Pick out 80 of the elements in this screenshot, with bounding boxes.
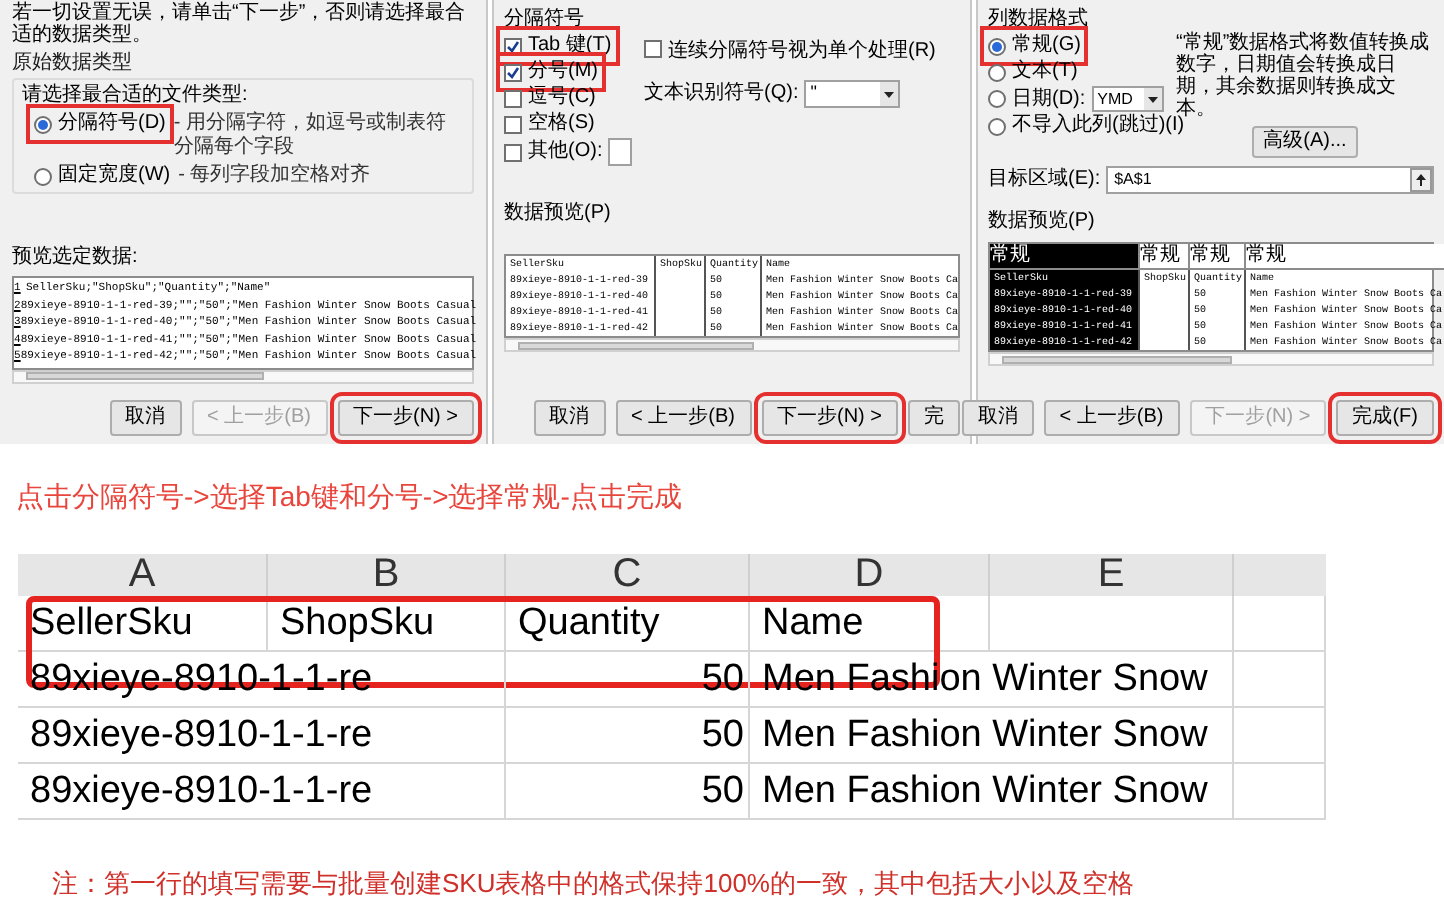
sheet-cell: Men Fashion Winter Snow — [750, 708, 1234, 762]
option-description: - 每列字段加空格对齐 — [178, 164, 371, 188]
option-label: 常规(G) — [1012, 34, 1081, 58]
checkbox[interactable] — [504, 143, 522, 161]
dropdown-value: " — [810, 80, 817, 107]
sheet-cell: Men Fashion Winter Snow — [750, 764, 1234, 818]
advanced-button[interactable]: 高级(A)... — [1251, 126, 1359, 158]
column-header[interactable]: 常规 — [1246, 244, 1444, 270]
option-label: 空格(S) — [528, 112, 595, 136]
radio-button[interactable] — [988, 90, 1006, 108]
column-letter: C — [506, 554, 750, 596]
column-letter: A — [18, 554, 268, 596]
option-label: 日期(D): — [1012, 87, 1086, 111]
date-format-dropdown[interactable]: YMD — [1091, 86, 1164, 112]
option-label: 连续分隔符号视为单个处理(R) — [668, 40, 936, 64]
options-prompt: 请选择最合适的文件类型: — [22, 84, 250, 108]
dialog-button[interactable]: < 上一步(B) — [615, 400, 751, 436]
radio-button[interactable] — [988, 117, 1006, 135]
option-label: 分隔符号(D) — [58, 112, 166, 136]
field-label: 目标区域(E): — [988, 168, 1101, 192]
radio-option[interactable]: 文本(T) — [988, 60, 1078, 84]
radio-option[interactable]: 常规(G) — [988, 34, 1081, 58]
option-label: 其他(O): — [528, 140, 603, 164]
preview-label: 预览选定数据: — [12, 246, 140, 270]
sheet-cell: ShopSku — [268, 596, 506, 650]
column-letter: E — [990, 554, 1234, 596]
sheet-cell: SellerSku — [18, 596, 268, 650]
group-title: 列数据格式 — [988, 8, 1090, 32]
radio-option[interactable]: 固定宽度(W) — [34, 164, 171, 188]
instruction-caption: 点击分隔符号->选择Tab键和分号->选择常规-点击完成 — [16, 478, 684, 516]
instruction-text: 若一切设置无误，请单击“下一步”，否则请选择最合适的数据类型。 — [12, 2, 468, 46]
option-label: 文本(T) — [1012, 60, 1078, 84]
radio-button[interactable] — [34, 115, 52, 133]
radio-button[interactable] — [988, 37, 1006, 55]
sheet-cell: 89xieye-8910-1-1-re — [18, 708, 506, 762]
horizontal-scrollbar[interactable] — [504, 338, 960, 352]
column-header[interactable]: 常规 — [1190, 244, 1246, 270]
qualifier-dropdown[interactable]: " — [804, 80, 901, 108]
column-letter: D — [750, 554, 990, 596]
option-label: 分号(M) — [528, 60, 598, 84]
option-label: 固定宽度(W) — [58, 164, 171, 188]
radio-option[interactable]: 分隔符号(D) — [34, 112, 166, 136]
checkbox-option[interactable]: 其他(O): — [504, 140, 603, 164]
checkbox-option[interactable]: 逗号(C) — [504, 86, 596, 110]
sheet-cell: Quantity — [506, 596, 750, 650]
column-header[interactable]: 常规 — [990, 244, 1140, 270]
collapse-dialog-icon[interactable] — [1410, 168, 1432, 192]
sheet-cell: 50 — [506, 708, 750, 762]
sheet-cell: 50 — [506, 764, 750, 818]
preview-label: 数据预览(P) — [988, 210, 1097, 234]
radio-button[interactable] — [34, 167, 52, 185]
preview-label: 数据预览(P) — [504, 202, 613, 226]
group-title: 原始数据类型 — [12, 52, 134, 76]
horizontal-scrollbar[interactable] — [988, 352, 1434, 366]
dialog-button[interactable]: < 上一步(B) — [1043, 400, 1180, 436]
destination-field[interactable]: $A$1 — [1106, 166, 1434, 194]
option-label: 逗号(C) — [528, 86, 596, 110]
checkbox[interactable] — [504, 115, 522, 133]
dialog-button[interactable]: 取消 — [961, 400, 1034, 436]
dropdown-value: YMD — [1097, 87, 1133, 111]
column-header[interactable]: 常规 — [1140, 244, 1190, 270]
group-title: 分隔符号 — [504, 8, 586, 32]
radio-option[interactable]: 日期(D): — [988, 87, 1086, 111]
format-note: “常规”数据格式将数值转换成数字，日期值会转换成日期，其余数据则转换成文本。 — [1176, 32, 1432, 120]
dialog-button[interactable]: 取消 — [109, 400, 182, 436]
field-value: $A$1 — [1114, 168, 1152, 192]
column-letter: B — [268, 554, 506, 596]
sheet-cell: Name — [750, 596, 990, 650]
checkbox-option[interactable]: 分号(M) — [504, 60, 598, 84]
checkbox[interactable] — [644, 40, 662, 58]
option-label: Tab 键(T) — [528, 34, 612, 58]
note-text: 注：第一行的填写需要与批量创建SKU表格中的格式保持100%的一致，其中包括大小以及空格 — [52, 866, 1136, 902]
text-input[interactable] — [608, 138, 632, 166]
dialog-button[interactable]: 取消 — [533, 400, 606, 436]
field-label: 文本识别符号(Q): — [644, 82, 799, 106]
checkbox-option[interactable]: Tab 键(T) — [504, 34, 612, 58]
checkbox-option[interactable]: 空格(S) — [504, 112, 595, 136]
dialog-button[interactable]: 完 — [908, 400, 960, 436]
sheet-cell: 89xieye-8910-1-1-re — [18, 764, 506, 818]
option-description: - 用分隔字符，如逗号或制表符分隔每个字段 — [173, 112, 448, 160]
